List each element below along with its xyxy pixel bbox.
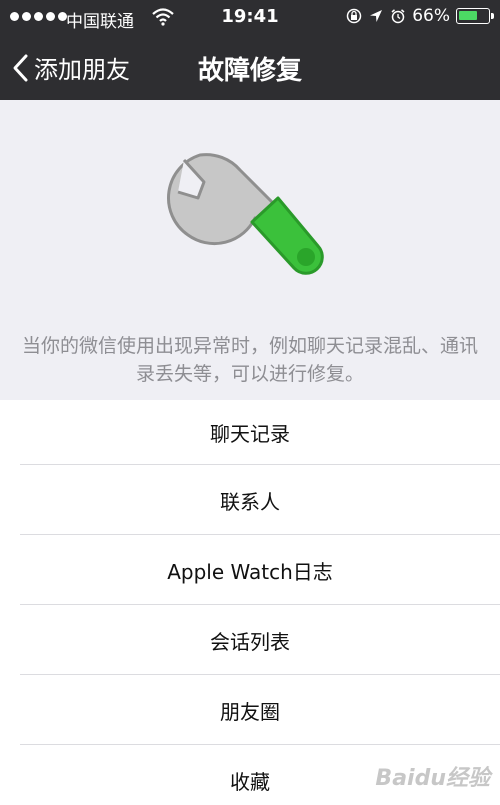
battery-fill	[459, 11, 477, 20]
option-chat-list[interactable]: 会话列表	[0, 605, 500, 675]
option-chat-history[interactable]: 聊天记录	[0, 400, 500, 465]
status-right: 66%	[346, 6, 494, 26]
location-icon	[370, 10, 383, 22]
repair-description: 当你的微信使用出现异常时，例如聊天记录混乱、通讯录丢失等，可以进行修复。	[21, 335, 478, 385]
page-title: 故障修复	[197, 56, 302, 86]
wrench-icon	[167, 153, 324, 275]
navigation-bar: 添加朋友 故障修复	[0, 42, 500, 94]
rotation-lock-icon	[346, 8, 362, 24]
repair-options-list: 聊天记录 联系人 Apple Watch日志 会话列表 朋友圈 收藏	[0, 400, 500, 805]
watermark: Baidu经验	[375, 766, 490, 791]
battery-percentage: 66%	[412, 6, 450, 26]
status-bar: 中国联通 19:41 66%	[0, 0, 500, 34]
battery-icon	[456, 8, 494, 24]
screen: 中国联通 19:41 66% 添加朋友 故障修复 当你的微信使用出现异常时，例如…	[0, 0, 500, 805]
option-contacts[interactable]: 联系人	[0, 465, 500, 535]
alarm-icon	[391, 9, 405, 24]
top-bar: 中国联通 19:41 66% 添加朋友 故障修复	[0, 0, 500, 100]
repair-header: 当你的微信使用出现异常时，例如聊天记录混乱、通讯录丢失等，可以进行修复。	[0, 100, 500, 400]
option-apple-watch-log[interactable]: Apple Watch日志	[0, 535, 500, 605]
option-moments[interactable]: 朋友圈	[0, 675, 500, 745]
